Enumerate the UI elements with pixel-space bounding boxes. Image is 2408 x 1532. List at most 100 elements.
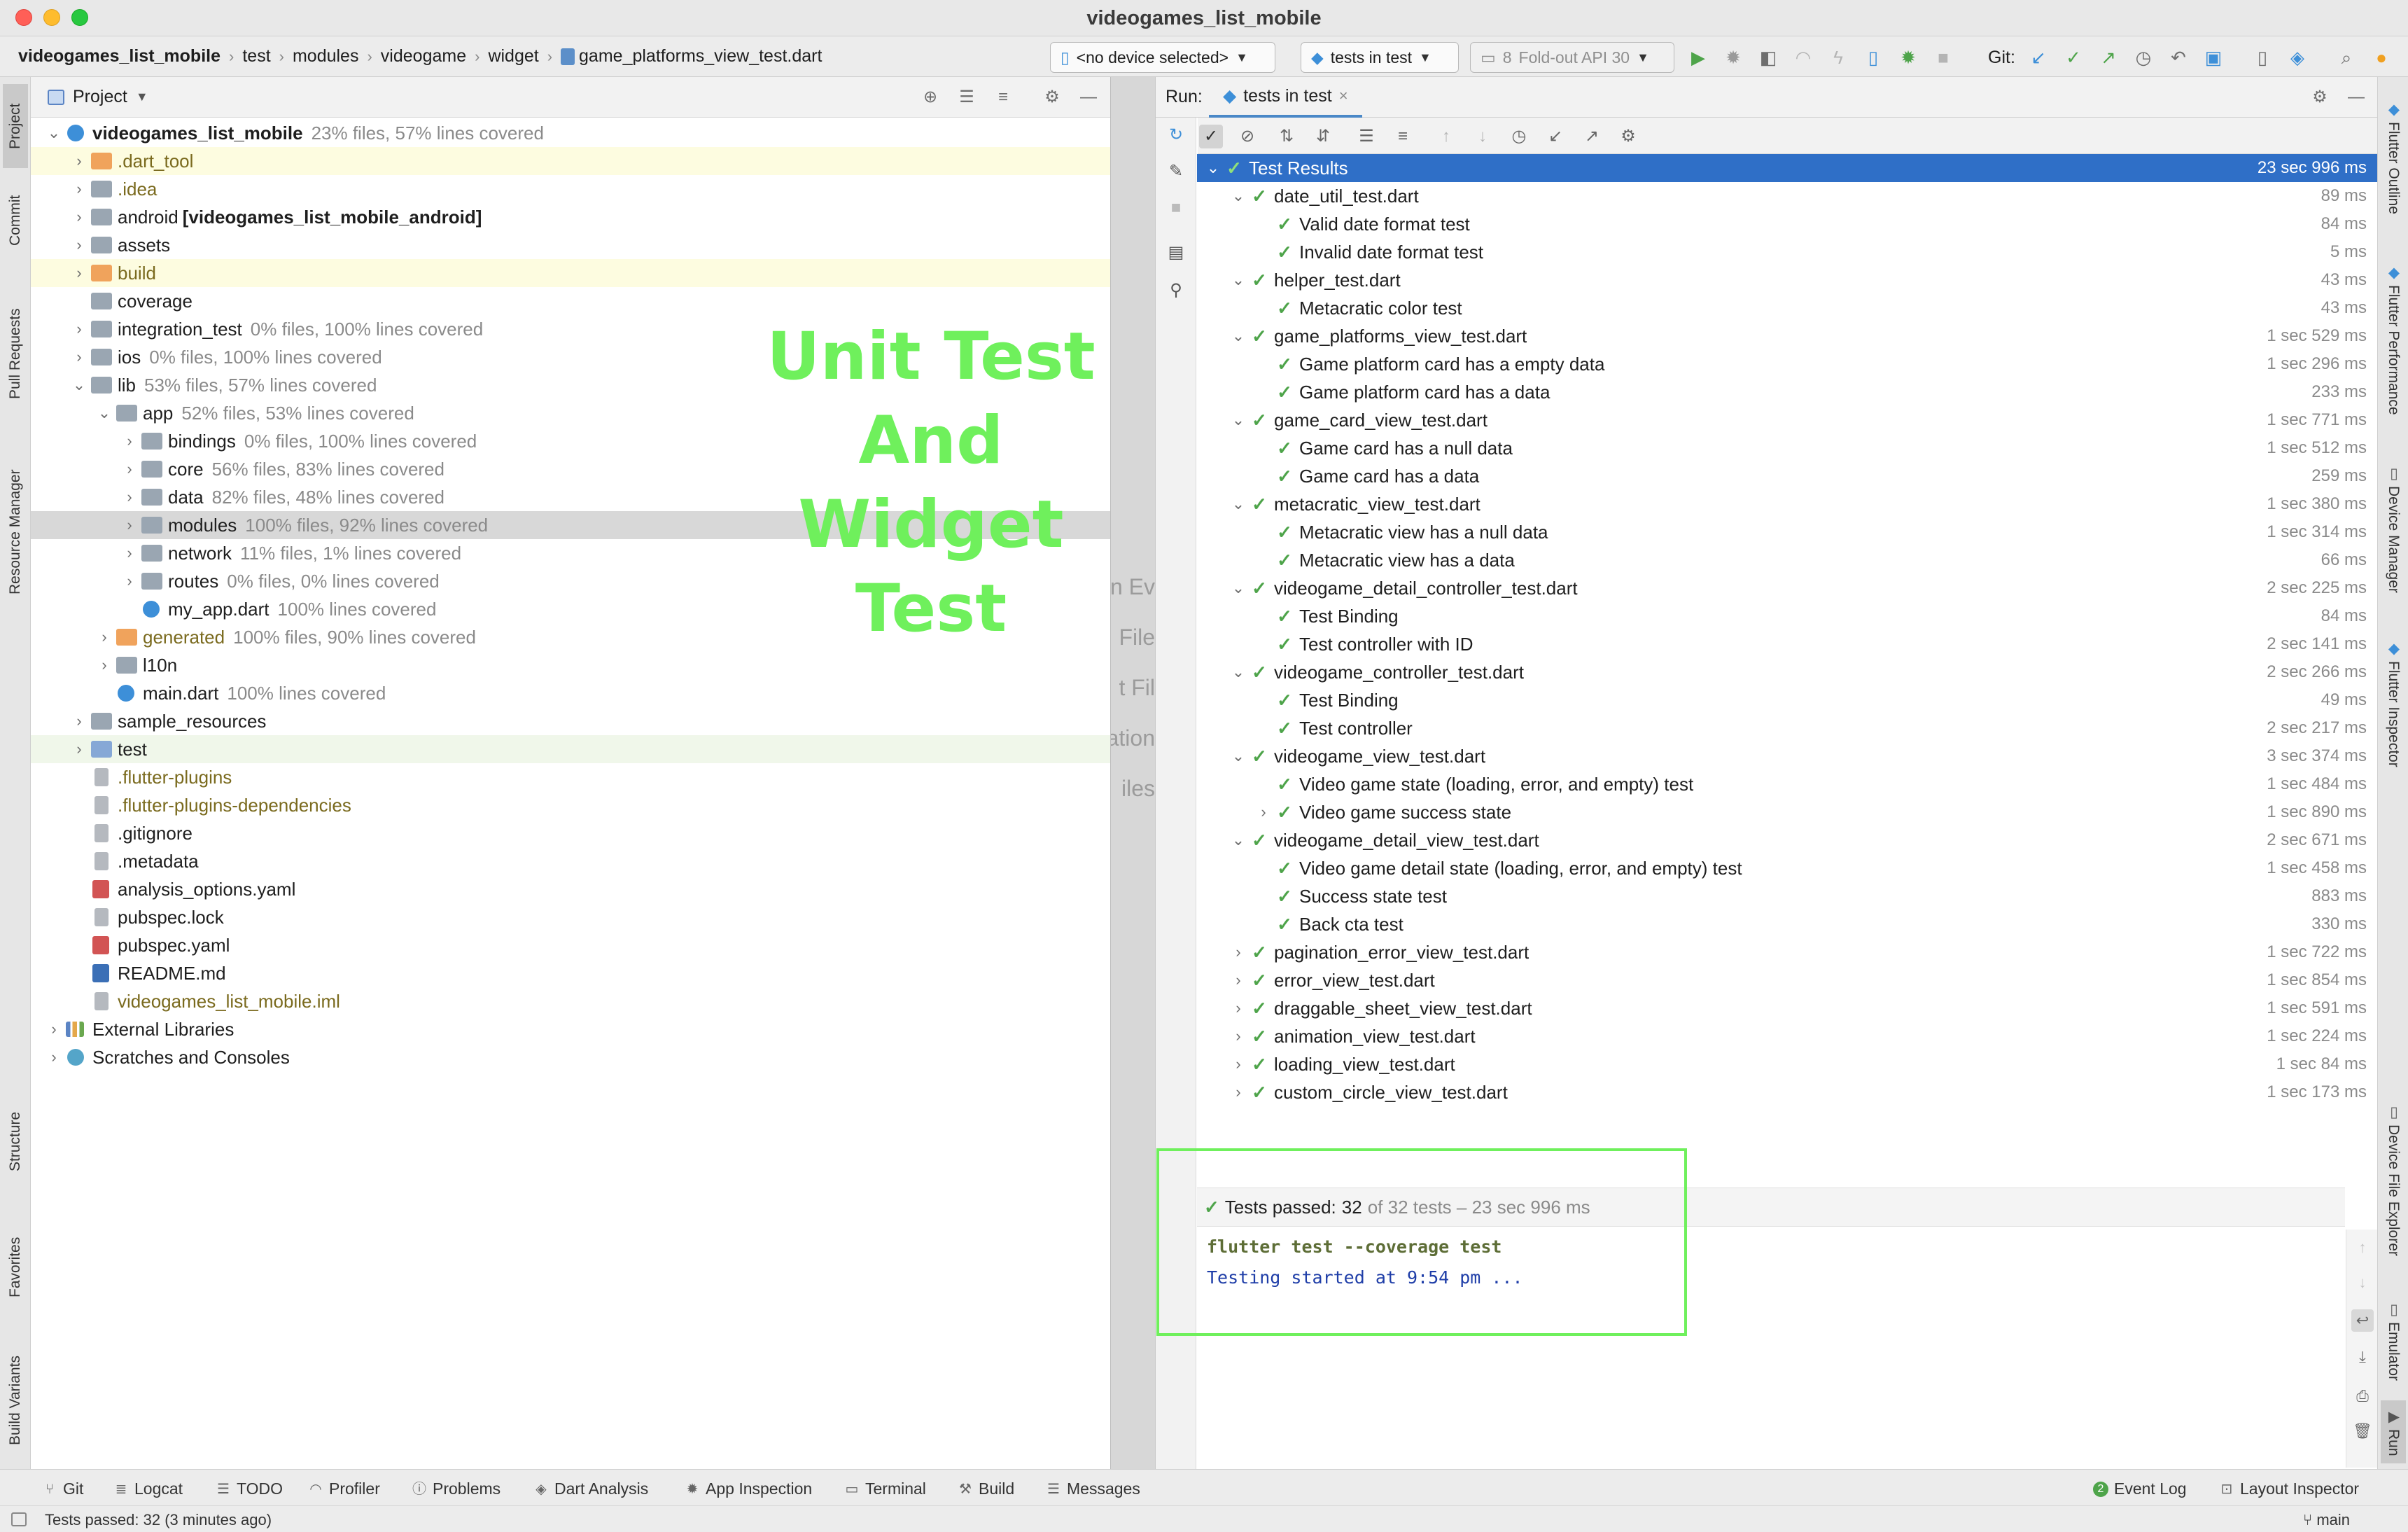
test-file-row[interactable]: ⌄ ✓ videogame_controller_test.dart 2 sec 26… bbox=[1197, 658, 2378, 686]
test-case-row[interactable]: ✓ Game card has a data 259 ms bbox=[1197, 462, 2378, 490]
project-tree-row[interactable]: › assets bbox=[31, 231, 1110, 259]
sort-by-duration-icon[interactable]: ⇵ bbox=[1311, 125, 1335, 148]
test-case-row[interactable]: ✓ Valid date format test 84 ms bbox=[1197, 210, 2378, 238]
chevron-down-icon[interactable]: ⌄ bbox=[1228, 495, 1249, 513]
layout-icon[interactable]: ▤ bbox=[1164, 241, 1188, 265]
chevron-right-icon[interactable]: › bbox=[1228, 1083, 1249, 1101]
tab-profiler[interactable]: ◠ Profiler bbox=[308, 1479, 380, 1498]
git-commit-icon[interactable]: ✓ bbox=[2062, 46, 2085, 69]
chevron-down-icon[interactable]: ⌄ bbox=[1228, 579, 1249, 597]
test-file-row[interactable]: ⌄ ✓ metacratic_view_test.dart 1 sec 380 ms bbox=[1197, 490, 2378, 518]
test-file-row[interactable]: › ✓ draggable_sheet_view_test.dart 1 sec 59… bbox=[1197, 994, 2378, 1022]
project-tree-row[interactable]: › l10n bbox=[31, 651, 1110, 679]
chevron-right-icon[interactable]: › bbox=[1228, 999, 1249, 1017]
test-case-row[interactable]: ✓ Success state test 883 ms bbox=[1197, 882, 2378, 910]
test-file-row[interactable]: ⌄ ✓ videogame_detail_view_test.dart 2 sec 6… bbox=[1197, 826, 2378, 854]
project-tree-row[interactable]: coverage bbox=[31, 287, 1110, 315]
hide-panel-icon[interactable]: — bbox=[1078, 87, 1099, 108]
project-tree-row[interactable]: › Scratches and Consoles bbox=[31, 1043, 1110, 1071]
soft-wrap-icon[interactable]: ↩ bbox=[2351, 1309, 2374, 1332]
apply-changes-icon[interactable]: ▯ bbox=[1862, 46, 1884, 69]
test-case-row[interactable]: ✓ Game platform card has a empty data 1 se… bbox=[1197, 350, 2378, 378]
project-tree-row[interactable]: .flutter-plugins-dependencies bbox=[31, 791, 1110, 819]
print-icon[interactable]: ⎙ bbox=[2351, 1385, 2374, 1407]
test-case-row[interactable]: ✓ Test controller 2 sec 217 ms bbox=[1197, 714, 2378, 742]
test-case-row[interactable]: ✓ Metacratic view has a data 66 ms bbox=[1197, 546, 2378, 574]
project-tree-row[interactable]: main.dart 100% lines covered bbox=[31, 679, 1110, 707]
rerun-icon[interactable]: ↻ bbox=[1164, 123, 1188, 147]
tab-device-manager[interactable]: ▯ Device Manager bbox=[2381, 448, 2406, 609]
project-tree-row[interactable]: .flutter-plugins bbox=[31, 763, 1110, 791]
chevron-down-icon[interactable]: ⌄ bbox=[70, 376, 88, 394]
test-case-row[interactable]: ✓ Invalid date format test 5 ms bbox=[1197, 238, 2378, 266]
tab-flutter-inspector[interactable]: ◆ Flutter Inspector bbox=[2381, 623, 2406, 784]
chevron-right-icon[interactable]: › bbox=[70, 180, 88, 198]
gear-icon[interactable]: ⚙ bbox=[1042, 87, 1063, 108]
device-manager-icon[interactable]: ▣ bbox=[2202, 46, 2225, 69]
project-tree-row[interactable]: .gitignore bbox=[31, 819, 1110, 847]
chevron-down-icon[interactable]: ⌄ bbox=[45, 124, 63, 142]
test-results-root[interactable]: ⌄ ✓ Test Results 23 sec 996 ms bbox=[1197, 154, 2378, 182]
test-history-icon[interactable]: ◷ bbox=[1507, 125, 1531, 148]
arrow-down-icon[interactable]: ↓ bbox=[2351, 1272, 2374, 1294]
breadcrumb-item[interactable]: game_platforms_view_test.dart bbox=[561, 46, 822, 67]
attach-debugger-icon[interactable]: ✹ bbox=[1897, 46, 1919, 69]
test-case-row[interactable]: ✓ Game card has a null data 1 sec 512 ms bbox=[1197, 434, 2378, 462]
chevron-right-icon[interactable]: › bbox=[70, 712, 88, 730]
close-icon[interactable]: × bbox=[1339, 87, 1348, 105]
project-tree-row[interactable]: › android [videogames_list_mobile_android] bbox=[31, 203, 1110, 231]
chevron-down-icon[interactable]: ⌄ bbox=[1228, 187, 1249, 205]
tab-device-file-explorer[interactable]: ▯ Device File Explorer bbox=[2381, 1092, 2406, 1267]
update-icon[interactable]: ● bbox=[2370, 46, 2393, 69]
collapse-all-icon[interactable]: ≡ bbox=[1391, 125, 1415, 148]
project-tree-row[interactable]: videogames_list_mobile.iml bbox=[31, 987, 1110, 1015]
chevron-right-icon[interactable]: › bbox=[70, 236, 88, 254]
chevron-right-icon[interactable]: › bbox=[1228, 1027, 1249, 1045]
chevron-right-icon[interactable]: › bbox=[120, 432, 139, 450]
tab-messages[interactable]: ☰ Messages bbox=[1046, 1479, 1140, 1498]
test-file-row[interactable]: ⌄ ✓ videogame_view_test.dart 3 sec 374 ms bbox=[1197, 742, 2378, 770]
breadcrumb-item[interactable]: test bbox=[242, 46, 270, 67]
project-tree-row[interactable]: .metadata bbox=[31, 847, 1110, 875]
project-tree-row[interactable]: › build bbox=[31, 259, 1110, 287]
test-case-row[interactable]: ✓ Test Binding 84 ms bbox=[1197, 602, 2378, 630]
chevron-right-icon[interactable]: › bbox=[120, 572, 139, 590]
chevron-right-icon[interactable]: › bbox=[1228, 1055, 1249, 1073]
project-view-selector[interactable]: Project ▼ bbox=[48, 87, 148, 107]
chevron-down-icon[interactable]: ⌄ bbox=[1228, 327, 1249, 345]
scroll-to-end-icon[interactable]: ⤓ bbox=[2351, 1346, 2374, 1368]
import-tests-icon[interactable]: ↙ bbox=[1544, 125, 1567, 148]
run-configuration-selector[interactable]: ◆ tests in test ▼ bbox=[1301, 42, 1459, 73]
test-case-row[interactable]: ✓ Test Binding 49 ms bbox=[1197, 686, 2378, 714]
trash-icon[interactable]: 🗑 bbox=[2351, 1420, 2374, 1442]
chevron-right-icon[interactable]: › bbox=[120, 488, 139, 506]
tab-tests-in-test[interactable]: ◆ tests in test × bbox=[1209, 77, 1362, 118]
chevron-right-icon[interactable]: › bbox=[95, 628, 113, 646]
expand-all-icon[interactable]: ☰ bbox=[1354, 125, 1378, 148]
chevron-right-icon[interactable]: › bbox=[70, 152, 88, 170]
git-update-icon[interactable]: ↙ bbox=[2027, 46, 2050, 69]
sdk-manager-icon[interactable]: ◈ bbox=[2286, 46, 2309, 69]
test-file-row[interactable]: › ✓ error_view_test.dart 1 sec 854 ms bbox=[1197, 966, 2378, 994]
test-file-row[interactable]: › ✓ loading_view_test.dart 1 sec 84 ms bbox=[1197, 1050, 2378, 1078]
pin-icon[interactable]: ⚲ bbox=[1164, 279, 1188, 302]
status-toggle-icon[interactable] bbox=[11, 1512, 27, 1526]
project-tree-row[interactable]: › test bbox=[31, 735, 1110, 763]
chevron-down-icon[interactable]: ⌄ bbox=[1228, 271, 1249, 289]
chevron-down-icon[interactable]: ⌄ bbox=[1228, 663, 1249, 681]
test-case-row[interactable]: › ✓ Video game success state 1 sec 890 ms bbox=[1197, 798, 2378, 826]
test-case-row[interactable]: ✓ Test controller with ID 2 sec 141 ms bbox=[1197, 630, 2378, 658]
tab-pull-requests[interactable]: Pull Requests bbox=[3, 287, 28, 420]
project-tree-row[interactable]: analysis_options.yaml bbox=[31, 875, 1110, 903]
chevron-down-icon[interactable]: ⌄ bbox=[1228, 747, 1249, 765]
tab-build[interactable]: ⚒ Build bbox=[958, 1479, 1014, 1498]
next-failed-icon[interactable]: ↓ bbox=[1471, 125, 1494, 148]
tab-structure[interactable]: Structure bbox=[3, 1085, 28, 1197]
chevron-right-icon[interactable]: › bbox=[45, 1048, 63, 1066]
tab-todo[interactable]: ☰ TODO bbox=[216, 1479, 283, 1498]
tab-emulator[interactable]: ▯ Emulator bbox=[2381, 1288, 2406, 1393]
chevron-right-icon[interactable]: › bbox=[120, 544, 139, 562]
profile-icon[interactable]: ◠ bbox=[1792, 46, 1814, 69]
chevron-right-icon[interactable]: › bbox=[70, 320, 88, 338]
test-case-row[interactable]: ✓ Video game detail state (loading, error… bbox=[1197, 854, 2378, 882]
